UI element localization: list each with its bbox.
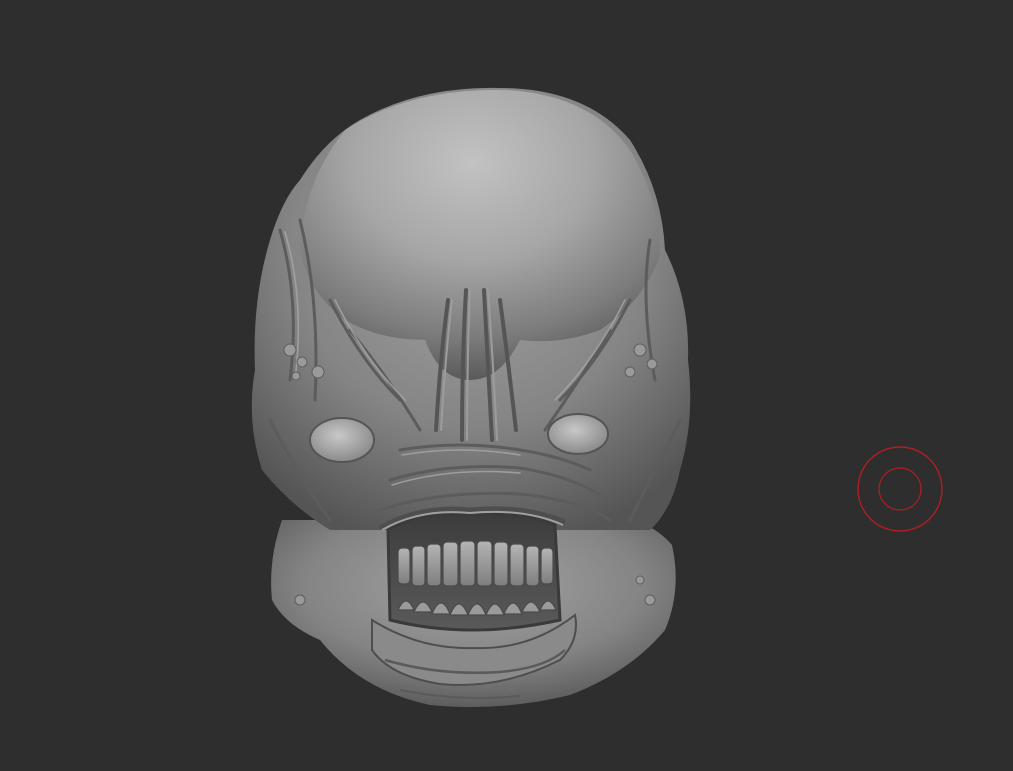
right-eye xyxy=(547,413,609,455)
left-eye xyxy=(309,417,375,463)
sculpt-viewport[interactable] xyxy=(0,0,1013,771)
brush-inner-ring xyxy=(878,467,922,511)
brush-outer-ring xyxy=(857,446,943,532)
brush-cursor-icon[interactable] xyxy=(857,446,943,532)
sculpted-creature-head xyxy=(251,87,691,708)
upper-teeth xyxy=(397,540,554,587)
